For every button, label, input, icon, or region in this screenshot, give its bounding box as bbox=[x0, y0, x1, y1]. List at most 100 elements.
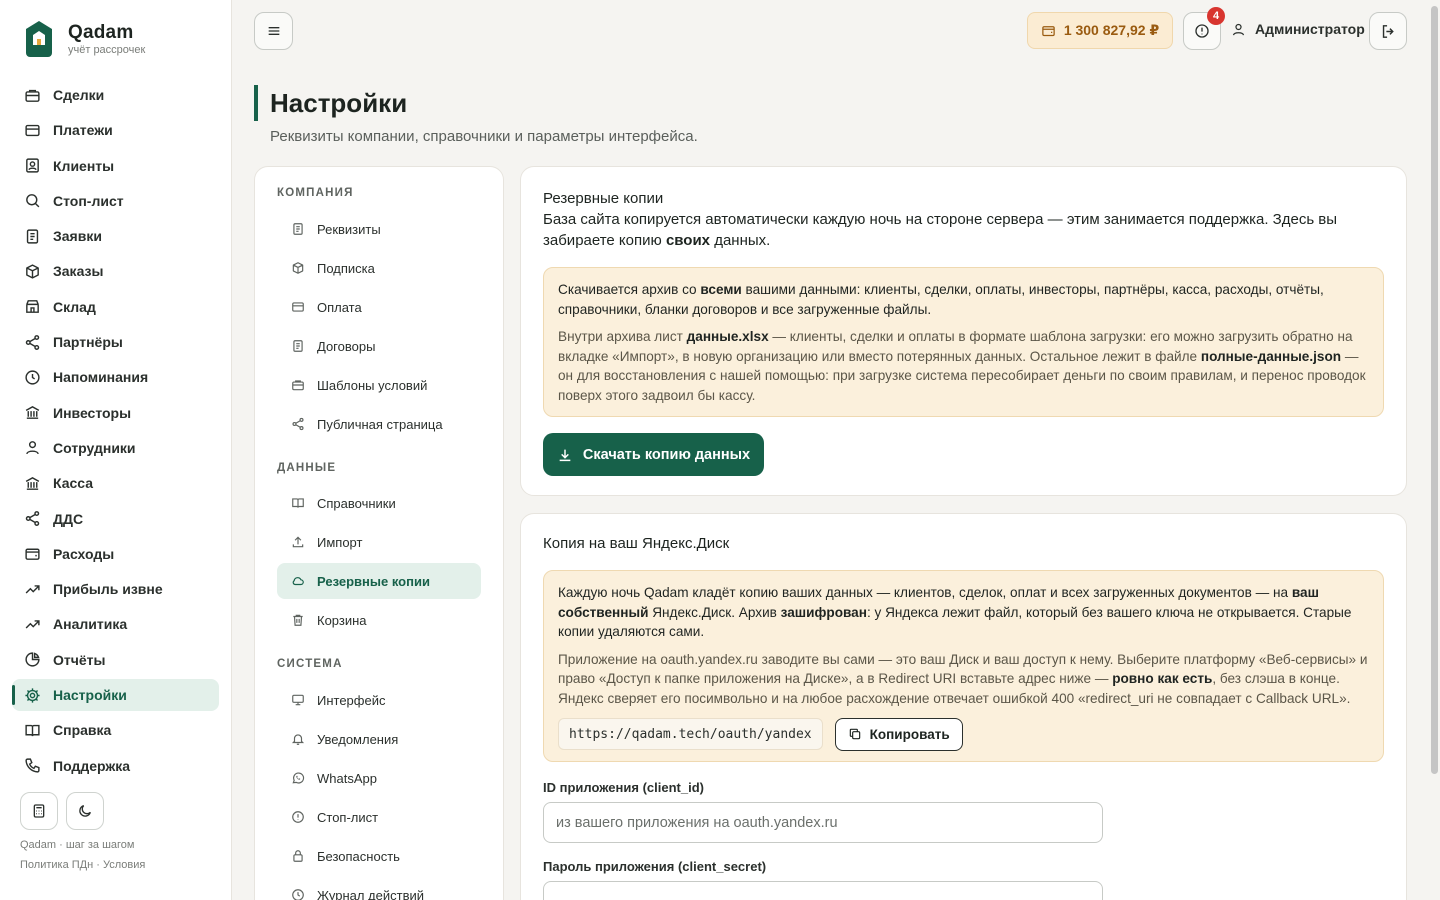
share-icon bbox=[291, 417, 305, 431]
copy-button-label: Копировать bbox=[869, 726, 950, 742]
trash-icon bbox=[291, 613, 305, 627]
sidebar-item-label: Справка bbox=[53, 722, 112, 739]
briefcase-icon bbox=[24, 87, 41, 104]
sidebar-item-orders[interactable]: Заказы bbox=[12, 255, 219, 287]
clock-icon bbox=[24, 369, 41, 386]
settings-item-label: Интерфейс bbox=[317, 692, 386, 708]
settings-item-billing[interactable]: Оплата bbox=[277, 289, 481, 325]
theme-toggle-button[interactable] bbox=[66, 792, 104, 830]
sidebar-item-label: Клиенты bbox=[53, 157, 115, 174]
sidebar-item-stoplist[interactable]: Стоп-лист bbox=[12, 185, 219, 217]
logout-button[interactable] bbox=[1369, 12, 1407, 50]
sidebar-item-employees[interactable]: Сотрудники bbox=[12, 432, 219, 464]
balance-badge[interactable]: 1 300 827,92 ₽ bbox=[1027, 12, 1173, 49]
sidebar-item-clients[interactable]: Клиенты bbox=[12, 150, 219, 182]
share-icon bbox=[24, 510, 41, 527]
sidebar-item-partners[interactable]: Партнёры bbox=[12, 326, 219, 358]
sidebar-item-investors[interactable]: Инвесторы bbox=[12, 397, 219, 429]
document-icon bbox=[24, 228, 41, 245]
bank-icon bbox=[24, 475, 41, 492]
settings-item-label: Договоры bbox=[317, 338, 376, 354]
settings-item-label: Журнал действий bbox=[317, 887, 425, 900]
bell-icon bbox=[291, 732, 305, 746]
sidebar-item-reminders[interactable]: Напоминания bbox=[12, 361, 219, 393]
settings-item-stoplist[interactable]: Стоп-лист bbox=[277, 799, 481, 835]
box-icon bbox=[291, 261, 305, 275]
gear-icon bbox=[24, 687, 41, 704]
user-menu[interactable]: Администратор bbox=[1231, 21, 1365, 37]
settings-item-terms-templates[interactable]: Шаблоны условий bbox=[277, 367, 481, 403]
settings-item-security[interactable]: Безопасность bbox=[277, 838, 481, 874]
settings-item-subscription[interactable]: Подписка bbox=[277, 250, 481, 286]
credit-card-icon bbox=[291, 300, 305, 314]
app-logo[interactable]: Qadam учёт рассрочек bbox=[24, 20, 145, 58]
sidebar-item-deals[interactable]: Сделки bbox=[12, 79, 219, 111]
footer-links[interactable]: Политика ПДн · Условия bbox=[20, 859, 145, 871]
sidebar-item-cashflow[interactable]: ДДС bbox=[12, 503, 219, 535]
settings-item-contracts[interactable]: Договоры bbox=[277, 328, 481, 364]
balance-value: 1 300 827,92 ₽ bbox=[1063, 22, 1160, 38]
sidebar-item-analytics[interactable]: Аналитика bbox=[12, 608, 219, 640]
settings-item-label: Импорт bbox=[317, 534, 363, 550]
settings-item-interface[interactable]: Интерфейс bbox=[277, 682, 481, 718]
settings-item-audit-log[interactable]: Журнал действий bbox=[277, 877, 481, 900]
alert-circle-icon bbox=[1194, 23, 1210, 39]
settings-item-dictionaries[interactable]: Справочники bbox=[277, 485, 481, 521]
sidebar-item-label: Аналитика bbox=[53, 616, 128, 633]
redirect-uri-value[interactable]: https://qadam.tech/oauth/yandex bbox=[558, 718, 823, 751]
page-scrollbar[interactable] bbox=[1431, 6, 1438, 774]
share-icon bbox=[24, 334, 41, 351]
document-icon bbox=[291, 339, 305, 353]
sidebar-item-label: Прибыль извне bbox=[53, 581, 163, 598]
settings-item-backups[interactable]: Резервные копии bbox=[277, 563, 481, 599]
contact-icon bbox=[24, 157, 41, 174]
client-secret-input[interactable] bbox=[543, 881, 1103, 900]
book-icon bbox=[24, 722, 41, 739]
settings-item-public-page[interactable]: Публичная страница bbox=[277, 406, 481, 442]
sidebar-item-label: Настройки bbox=[53, 687, 127, 704]
settings-item-requisites[interactable]: Реквизиты bbox=[277, 211, 481, 247]
sidebar-item-label: Склад bbox=[53, 298, 96, 315]
sidebar-item-warehouse[interactable]: Склад bbox=[12, 291, 219, 323]
calculator-button[interactable] bbox=[20, 792, 58, 830]
download-icon bbox=[557, 447, 573, 463]
hamburger-icon bbox=[268, 27, 279, 35]
sidebar-item-support[interactable]: Поддержка bbox=[12, 750, 219, 782]
sidebar-item-label: Инвесторы bbox=[53, 404, 132, 421]
backup-info-note: Скачивается архив со всеми вашими данным… bbox=[543, 267, 1384, 417]
sidebar-item-external-profit[interactable]: Прибыль извне bbox=[12, 573, 219, 605]
backup-note-main: Скачивается архив со всеми вашими данным… bbox=[558, 282, 1324, 317]
menu-toggle-button[interactable] bbox=[254, 12, 293, 50]
sidebar-item-expenses[interactable]: Расходы bbox=[12, 538, 219, 570]
sidebar-item-settings[interactable]: Настройки bbox=[12, 679, 219, 712]
download-backup-button[interactable]: Скачать копию данных bbox=[543, 433, 764, 476]
user-icon bbox=[1231, 22, 1246, 37]
sidebar-item-cashbox[interactable]: Касса bbox=[12, 467, 219, 499]
settings-item-label: Корзина bbox=[317, 612, 367, 628]
sidebar-item-reports[interactable]: Отчёты bbox=[12, 644, 219, 676]
backup-description: База сайта копируется автоматически кажд… bbox=[543, 211, 1338, 249]
logo-icon bbox=[26, 21, 52, 57]
yandex-disk-card: Копия на ваш Яндекс.Диск Каждую ночь Qad… bbox=[520, 513, 1407, 900]
settings-item-notifications[interactable]: Уведомления bbox=[277, 721, 481, 757]
client-id-input[interactable] bbox=[543, 802, 1103, 843]
whatsapp-icon bbox=[291, 771, 305, 785]
trend-up-icon bbox=[24, 616, 41, 633]
settings-nav: КОМПАНИЯ Реквизиты Подписка Оплата Догов… bbox=[254, 166, 504, 900]
credit-card-icon bbox=[24, 122, 41, 139]
sidebar: Qadam учёт рассрочек Сделки Платежи Клие… bbox=[0, 0, 232, 900]
sidebar-item-requests[interactable]: Заявки bbox=[12, 220, 219, 252]
wallet-icon bbox=[1041, 23, 1056, 38]
sidebar-item-label: Платежи bbox=[53, 122, 113, 139]
settings-item-import[interactable]: Импорт bbox=[277, 524, 481, 560]
phone-icon bbox=[24, 757, 41, 774]
settings-item-label: Подписка bbox=[317, 260, 375, 276]
copy-redirect-uri-button[interactable]: Копировать bbox=[834, 717, 963, 751]
sidebar-item-help[interactable]: Справка bbox=[12, 714, 219, 746]
settings-item-label: Резервные копии bbox=[317, 573, 430, 589]
settings-item-whatsapp[interactable]: WhatsApp bbox=[277, 760, 481, 796]
document-icon bbox=[291, 222, 305, 236]
settings-item-trash[interactable]: Корзина bbox=[277, 602, 481, 638]
monitor-icon bbox=[291, 693, 305, 707]
sidebar-item-payments[interactable]: Платежи bbox=[12, 114, 219, 146]
